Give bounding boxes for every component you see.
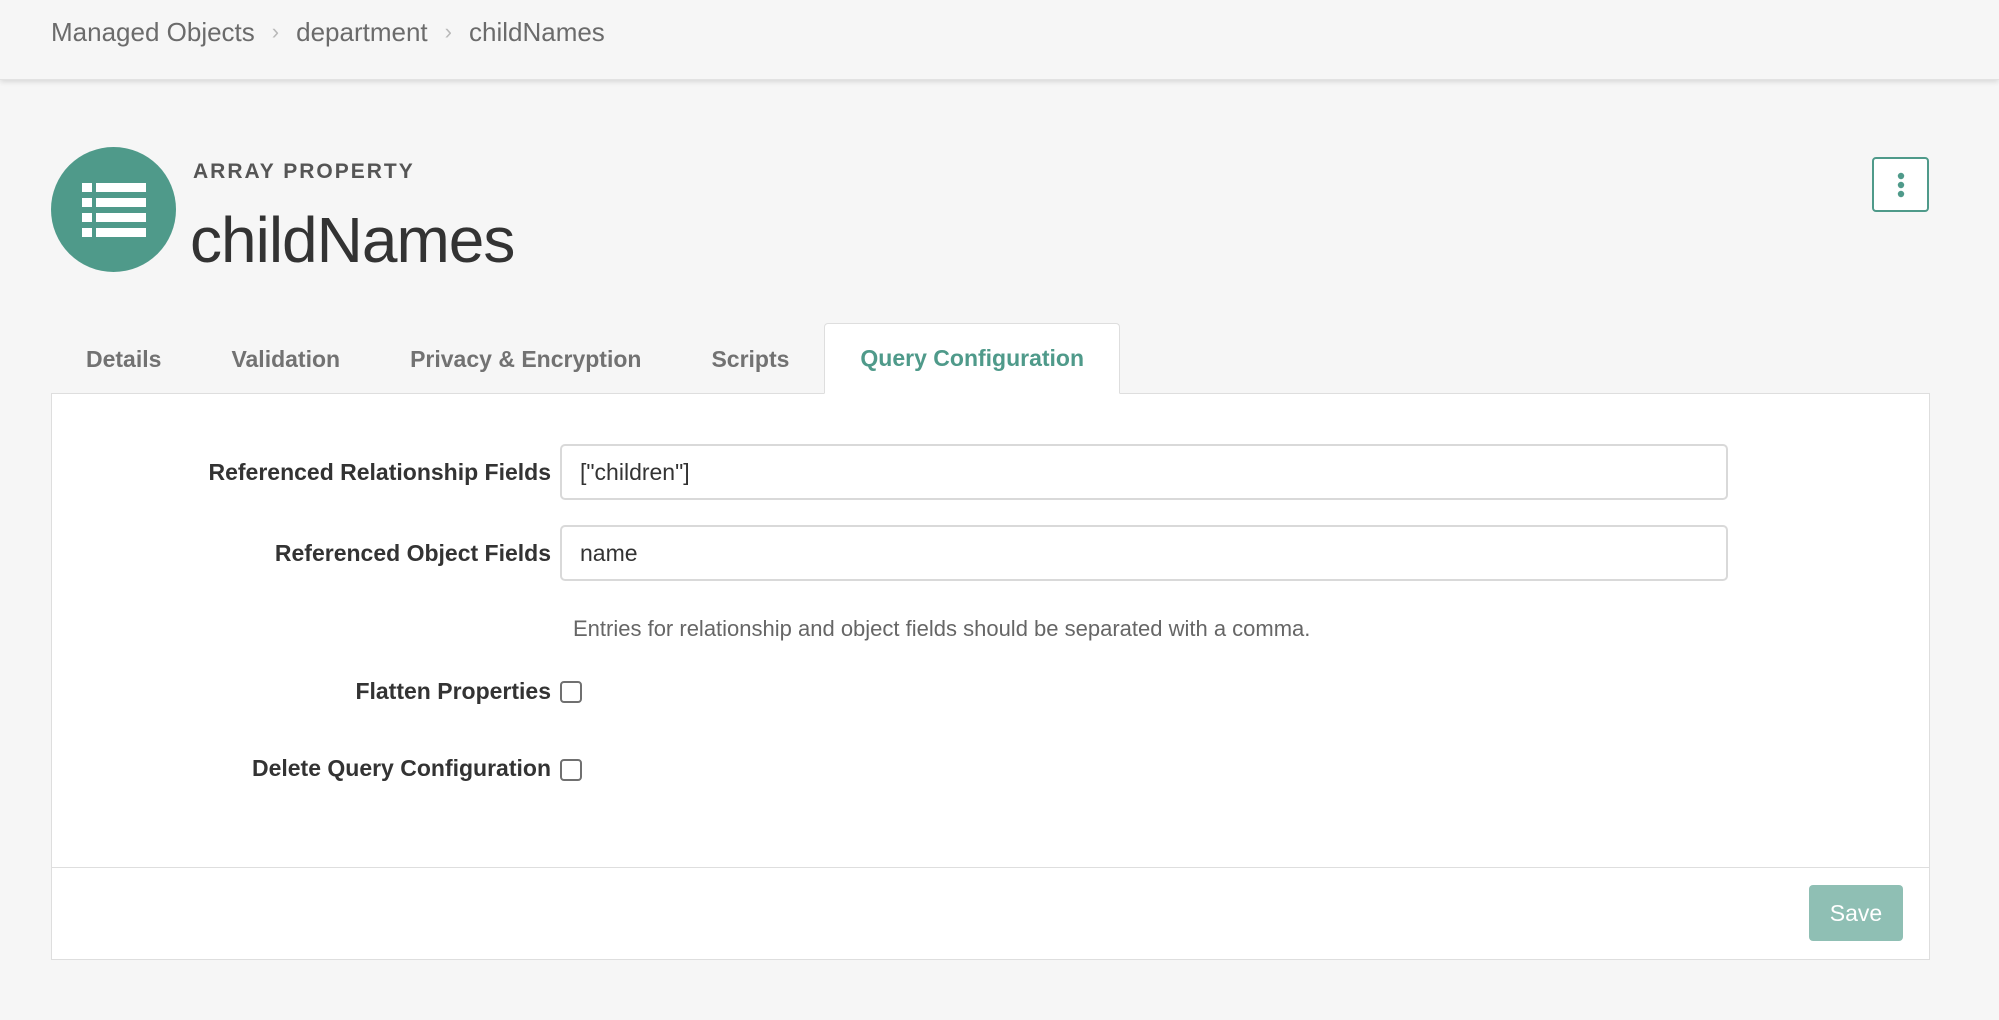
kebab-menu-icon [1897, 172, 1904, 197]
flatten-properties-label: Flatten Properties [355, 678, 551, 704]
fields-help-text: Entries for relationship and object fiel… [573, 616, 1311, 641]
object-fields-label: Referenced Object Fields [274, 540, 551, 566]
flatten-properties-checkbox[interactable] [560, 681, 582, 703]
page-title: childNames [190, 204, 515, 276]
more-options-button[interactable] [1872, 157, 1929, 212]
object-fields-input[interactable] [560, 525, 1728, 581]
chevron-right-icon: › [444, 19, 452, 44]
tab-privacy-encryption[interactable]: Privacy & Encryption [375, 324, 676, 394]
relationship-fields-label: Referenced Relationship Fields [208, 459, 551, 485]
tab-validation[interactable]: Validation [196, 324, 375, 394]
top-bar: Managed Objects › department › childName… [0, 0, 1999, 80]
relationship-fields-input[interactable] [560, 444, 1728, 500]
panel-footer: Save [52, 867, 1929, 959]
query-configuration-panel: Referenced Relationship Fields Reference… [51, 393, 1930, 960]
breadcrumb: Managed Objects › department › childName… [51, 14, 605, 50]
delete-query-config-checkbox[interactable] [560, 759, 582, 781]
breadcrumb-current: childNames [468, 16, 605, 47]
property-avatar [51, 147, 176, 272]
breadcrumb-department[interactable]: department [296, 17, 428, 48]
tab-details[interactable]: Details [51, 324, 196, 394]
save-button[interactable]: Save [1809, 885, 1903, 941]
delete-query-config-label: Delete Query Configuration [251, 755, 551, 781]
list-icon [81, 182, 146, 237]
tab-bar: Details Validation Privacy & Encryption … [51, 323, 1121, 394]
breadcrumb-managed-objects[interactable]: Managed Objects [51, 17, 255, 48]
property-type-label: ARRAY PROPERTY [193, 160, 415, 183]
chevron-right-icon: › [271, 19, 280, 44]
tab-scripts[interactable]: Scripts [676, 324, 824, 394]
tab-query-configuration[interactable]: Query Configuration [824, 323, 1121, 394]
